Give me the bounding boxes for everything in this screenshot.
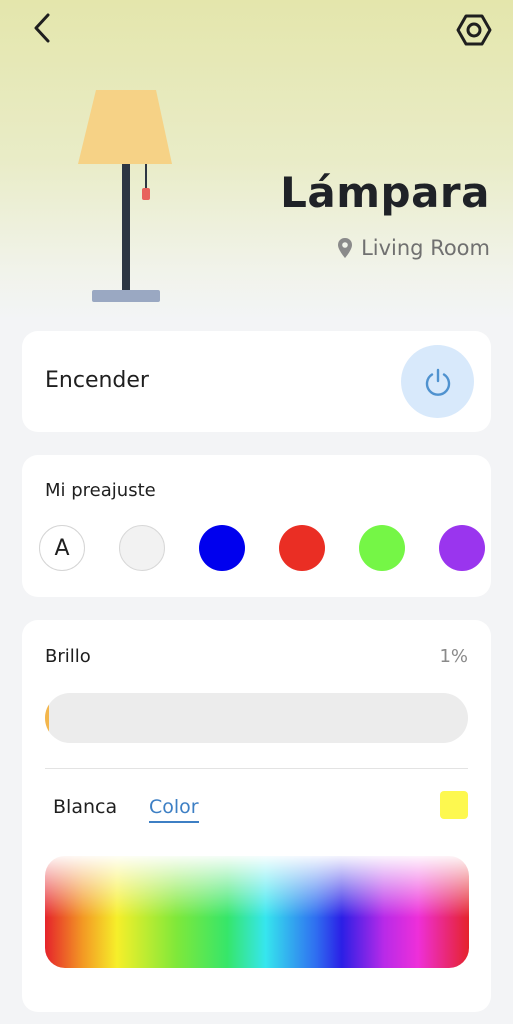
current-color-swatch[interactable] [440, 791, 468, 819]
preset-title: Mi preajuste [45, 480, 156, 501]
tab-color[interactable]: Color [149, 796, 199, 823]
brightness-slider[interactable] [45, 693, 468, 743]
brightness-slider-fill [45, 693, 50, 743]
power-button[interactable] [401, 345, 474, 418]
device-hero: Lámpara Living Room [0, 62, 513, 320]
chevron-left-icon [34, 13, 50, 43]
power-icon [425, 368, 450, 396]
device-name: Lámpara [280, 168, 490, 217]
preset-swatch-blue[interactable] [199, 525, 245, 571]
preset-card: Mi preajuste A [22, 455, 491, 597]
hexagon-gear-icon [456, 14, 492, 46]
preset-swatch-green[interactable] [359, 525, 405, 571]
top-bar [0, 0, 513, 62]
tab-white[interactable]: Blanca [53, 796, 117, 818]
brightness-label: Brillo [45, 646, 91, 667]
color-spectrum-picker[interactable] [45, 856, 469, 968]
device-location: Living Room [337, 236, 490, 260]
map-pin-icon [338, 238, 353, 258]
preset-swatch-purple[interactable] [439, 525, 485, 571]
divider [45, 768, 468, 769]
preset-swatches: A [39, 525, 489, 571]
power-label: Encender [45, 368, 149, 393]
preset-auto[interactable]: A [39, 525, 85, 571]
back-button[interactable] [24, 10, 60, 46]
location-label: Living Room [361, 236, 490, 260]
preset-swatch-white[interactable] [119, 525, 165, 571]
power-card: Encender [22, 331, 491, 432]
preset-swatch-red[interactable] [279, 525, 325, 571]
settings-button[interactable] [454, 10, 494, 50]
brightness-value: 1% [439, 646, 468, 667]
lamp-illustration [78, 90, 172, 302]
brightness-card: Brillo 1% Blanca Color [22, 620, 491, 1012]
